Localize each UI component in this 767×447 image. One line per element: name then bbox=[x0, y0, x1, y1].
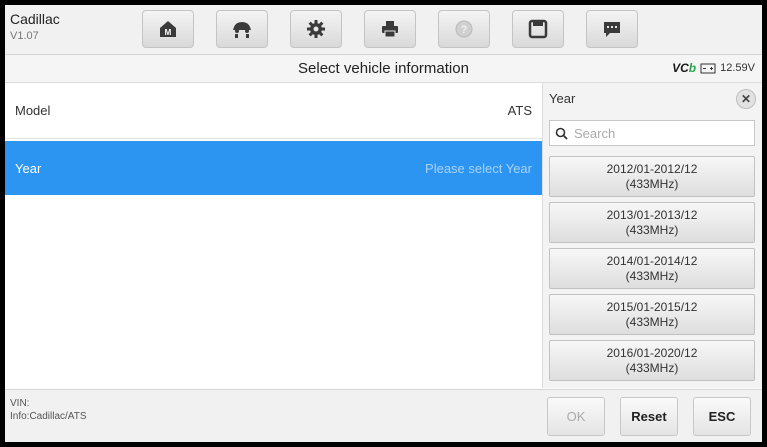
year-label: Year bbox=[15, 160, 42, 176]
frequency: (433MHz) bbox=[625, 268, 679, 283]
save-icon bbox=[528, 19, 548, 39]
home-icon: M bbox=[160, 21, 176, 37]
bottom-bar: VIN: Info:Cadillac/ATS OK Reset ESC bbox=[5, 389, 762, 442]
frequency: (433MHz) bbox=[625, 176, 679, 191]
print-button[interactable] bbox=[364, 10, 416, 48]
help-icon: ? bbox=[455, 20, 473, 38]
search-icon bbox=[555, 127, 568, 140]
year-range: 2015/01-2015/12 bbox=[606, 299, 698, 314]
battery-voltage: 12.59V bbox=[720, 62, 755, 74]
model-label: Model bbox=[15, 103, 51, 118]
close-icon: ✕ bbox=[740, 92, 752, 106]
year-option[interactable]: 2012/01-2012/12 (433MHz) bbox=[549, 156, 755, 197]
settings-button[interactable] bbox=[290, 10, 342, 48]
app-screen: Cadillac V1.07 M ? Select vehicle inform… bbox=[5, 5, 762, 442]
vehicle-swap-button[interactable] bbox=[216, 10, 268, 48]
reset-button[interactable]: Reset bbox=[620, 397, 678, 436]
vehicle-info-list: Model ATS Year Please select Year bbox=[5, 83, 542, 388]
year-option[interactable]: 2016/01-2020/12 (433MHz) bbox=[549, 340, 755, 381]
vehicle-lift-icon bbox=[233, 22, 251, 38]
panel-title: Year bbox=[549, 91, 576, 106]
message-icon bbox=[604, 22, 620, 37]
year-option[interactable]: 2014/01-2014/12 (433MHz) bbox=[549, 248, 755, 289]
frequency: (433MHz) bbox=[625, 314, 679, 329]
year-range: 2016/01-2020/12 bbox=[606, 345, 698, 360]
frequency: (433MHz) bbox=[625, 222, 679, 237]
year-range: 2012/01-2012/12 bbox=[606, 161, 698, 176]
home-button[interactable]: M bbox=[142, 10, 194, 48]
save-button[interactable] bbox=[512, 10, 564, 48]
page-title: Select vehicle information bbox=[298, 60, 469, 77]
year-selection-panel: Year ✕ 2012/01-2012/12 (433MHz) 2013/01-… bbox=[542, 83, 762, 388]
vehicle-brand: Cadillac V1.07 bbox=[10, 11, 60, 45]
vin-label: VIN: bbox=[10, 398, 30, 409]
search-box bbox=[549, 120, 755, 146]
vehicle-summary: VIN: Info:Cadillac/ATS bbox=[10, 397, 87, 423]
year-option[interactable]: 2013/01-2013/12 (433MHz) bbox=[549, 202, 755, 243]
ok-button[interactable]: OK bbox=[547, 397, 605, 436]
esc-button[interactable]: ESC bbox=[693, 397, 751, 436]
brand-name: Cadillac bbox=[10, 11, 60, 27]
year-range: 2014/01-2014/12 bbox=[606, 253, 698, 268]
list-item-year[interactable]: Year Please select Year bbox=[5, 141, 542, 195]
search-input[interactable] bbox=[572, 124, 746, 142]
status-area: VCb 12.59V bbox=[672, 61, 755, 75]
year-option[interactable]: 2015/01-2015/12 (433MHz) bbox=[549, 294, 755, 335]
message-button[interactable] bbox=[586, 10, 638, 48]
info-text: Info:Cadillac/ATS bbox=[10, 411, 87, 422]
vci-logo: VCb bbox=[672, 61, 697, 75]
printer-icon bbox=[382, 21, 398, 38]
model-value: ATS bbox=[507, 103, 532, 118]
software-version: V1.07 bbox=[10, 30, 39, 42]
close-panel-button[interactable]: ✕ bbox=[736, 89, 756, 109]
gear-icon bbox=[307, 20, 325, 38]
help-button[interactable]: ? bbox=[438, 10, 490, 48]
svg-text:?: ? bbox=[461, 24, 468, 36]
svg-text:M: M bbox=[165, 28, 172, 37]
frequency: (433MHz) bbox=[625, 360, 679, 375]
battery-icon bbox=[700, 63, 716, 74]
title-bar: Select vehicle information VCb 12.59V bbox=[5, 55, 762, 83]
top-toolbar: Cadillac V1.07 M ? bbox=[5, 5, 762, 55]
year-range: 2013/01-2013/12 bbox=[606, 207, 698, 222]
list-item-model[interactable]: Model ATS bbox=[5, 83, 542, 139]
year-value: Please select Year bbox=[425, 160, 532, 176]
